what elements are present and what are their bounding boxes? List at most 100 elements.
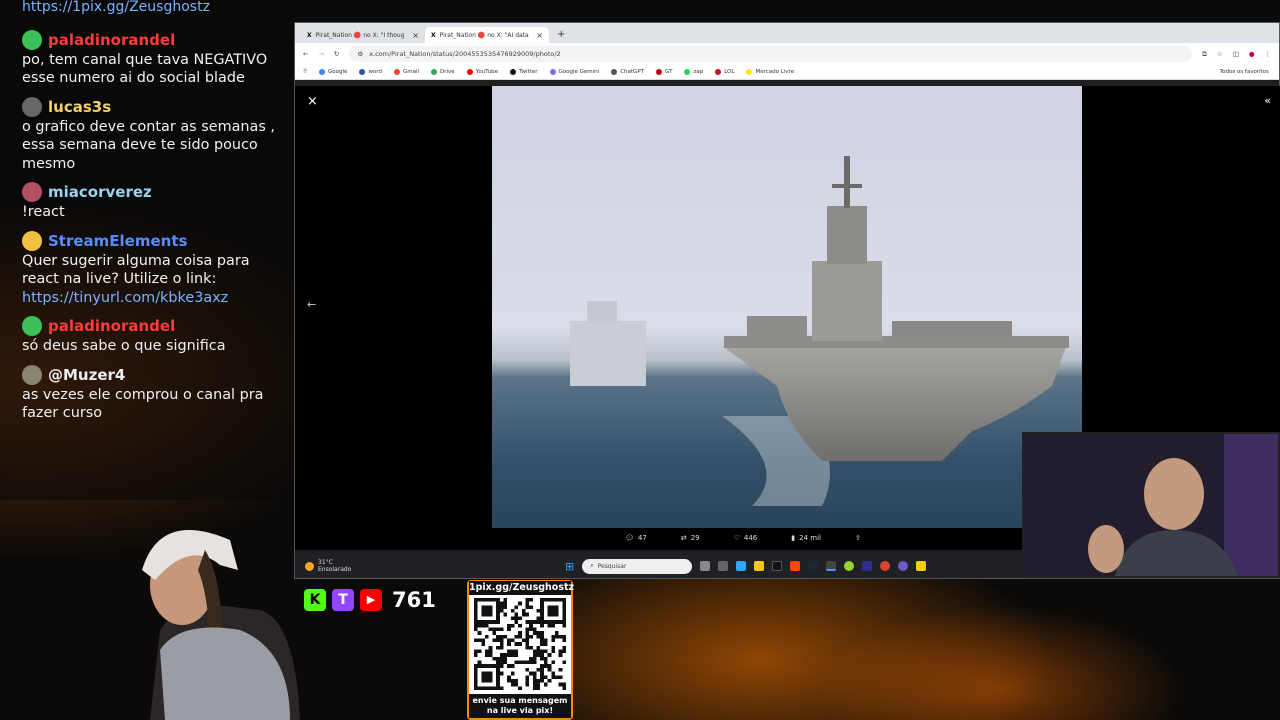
- mast-yard: [832, 184, 862, 188]
- flight-deck: [724, 336, 1069, 348]
- ship-illustration: [570, 156, 1069, 506]
- guest-person: [1024, 434, 1278, 576]
- deck-equipment: [892, 321, 1012, 337]
- share-icon: ⇪: [854, 534, 861, 542]
- tab-close-icon[interactable]: ×: [536, 31, 543, 40]
- reply-count: 47: [637, 534, 647, 542]
- qr-code: [474, 598, 566, 690]
- install-icon[interactable]: ⧉: [1202, 50, 1207, 59]
- chat-user: miacorverez: [22, 181, 294, 203]
- back-icon[interactable]: ←: [303, 50, 308, 58]
- username[interactable]: paladinorandel: [48, 317, 175, 335]
- file-explorer-icon[interactable]: [754, 561, 765, 571]
- views-button[interactable]: ▮ 24 mil: [791, 534, 821, 542]
- toolbar: ← → ↻ ⚙ x.com/Pirat_Nation/status/200455…: [295, 43, 1279, 65]
- x-logo-icon: X: [431, 31, 436, 39]
- site-info-icon[interactable]: ⚙: [357, 50, 363, 58]
- guest-webcam: [1022, 432, 1280, 578]
- close-icon[interactable]: ×: [307, 94, 318, 109]
- app-icon[interactable]: [718, 561, 729, 571]
- tab-close-icon[interactable]: ×: [412, 31, 419, 40]
- app-icon[interactable]: [898, 561, 909, 571]
- address-bar[interactable]: ⚙ x.com/Pirat_Nation/status/200455353547…: [349, 46, 1193, 62]
- tiktok-icon[interactable]: [772, 561, 783, 571]
- bookmark-favicon-icon: [549, 69, 556, 75]
- bookmark-item[interactable]: Gmail: [393, 69, 419, 75]
- bookmark-item[interactable]: zap: [684, 69, 703, 75]
- search-icon: ⌕: [590, 562, 594, 569]
- repost-count: 29: [690, 534, 700, 542]
- back-arrow-icon[interactable]: ←: [307, 298, 316, 311]
- share-button[interactable]: ⇪: [855, 534, 861, 542]
- distant-ship-tower: [587, 301, 617, 323]
- distant-ship: [570, 321, 646, 386]
- photoshop-icon[interactable]: [736, 561, 747, 571]
- username[interactable]: @Muzer4: [48, 366, 125, 384]
- task-view-icon[interactable]: [700, 561, 711, 571]
- menu-icon[interactable]: ⋮: [1265, 50, 1272, 58]
- profile-icon[interactable]: ●: [1249, 50, 1255, 58]
- weather-text: Ensolarado: [318, 566, 352, 573]
- guest-shelf: [1224, 434, 1278, 576]
- new-tab-button[interactable]: +: [557, 27, 565, 43]
- bookmarks-list: Google word Gmail Drive YouTube Twitter Google…: [319, 69, 794, 75]
- username[interactable]: lucas3s: [48, 98, 111, 116]
- pix-caption-line1: envie sua mensagem: [472, 696, 568, 705]
- youtube-icon: ▶: [360, 589, 382, 611]
- chat-message: StreamElements Quer sugerir alguma coisa …: [22, 230, 294, 308]
- tab-label: Pirat_Nation 🔴 no X: "I thoug: [315, 31, 405, 39]
- bookmark-label: YouTube: [475, 69, 499, 75]
- reload-icon[interactable]: ↻: [334, 50, 339, 58]
- pix-caption: envie sua mensagem na live via pix!: [469, 694, 571, 718]
- weather-widget[interactable]: 31°C Ensolarado: [295, 559, 415, 573]
- chat-user: @Muzer4: [22, 364, 294, 386]
- search-placeholder: Pesquisar: [597, 562, 627, 570]
- all-bookmarks[interactable]: Todos os favoritos: [1220, 69, 1269, 75]
- repost-button[interactable]: ⇄ 29: [681, 534, 700, 542]
- bookmark-item[interactable]: Google Gemini: [549, 69, 599, 75]
- username[interactable]: paladinorandel: [48, 31, 175, 49]
- app-icon[interactable]: [844, 561, 855, 571]
- bookmark-item[interactable]: LOL: [715, 69, 734, 75]
- taskbar-search[interactable]: ⌕ Pesquisar: [582, 558, 693, 574]
- views-count: 24 mil: [799, 534, 821, 542]
- chrome-icon[interactable]: [880, 561, 891, 571]
- obs-icon[interactable]: [826, 561, 837, 571]
- bookmark-item[interactable]: word: [359, 69, 382, 75]
- like-button[interactable]: ♡ 446: [734, 534, 758, 542]
- kick-icon: K: [304, 589, 326, 611]
- bookmark-item[interactable]: YouTube: [466, 69, 499, 75]
- tab-2[interactable]: X Pirat_Nation 🔴 no X: "AI data ×: [425, 27, 549, 43]
- star-icon[interactable]: ☆: [1217, 50, 1223, 58]
- message-text: !react: [22, 204, 65, 220]
- avatar: [22, 29, 42, 50]
- tab-bar: X Pirat_Nation 🔴 no X: "I thoug × X Pira…: [295, 23, 1279, 43]
- reply-button[interactable]: 💬︎ 47: [625, 534, 647, 542]
- extensions-icon[interactable]: ◫: [1233, 50, 1239, 58]
- chat-top-link[interactable]: https://1pix.gg/Zeusghostz: [22, 0, 294, 17]
- app-icon[interactable]: [790, 561, 801, 571]
- bookmark-label: Google: [328, 69, 348, 75]
- bookmark-label: GT: [665, 69, 673, 75]
- tab-1[interactable]: X Pirat_Nation 🔴 no X: "I thoug ×: [301, 27, 425, 43]
- chat-user: paladinorandel: [22, 315, 294, 337]
- bookmark-item[interactable]: GT: [656, 69, 672, 75]
- bookmark-item[interactable]: Mercado Livre: [746, 69, 794, 75]
- bookmark-item[interactable]: ChatGPT: [611, 69, 644, 75]
- island-upper: [827, 206, 867, 264]
- windows-icon[interactable]: ⊞: [565, 560, 574, 573]
- bookmark-item[interactable]: Google: [319, 69, 347, 75]
- username[interactable]: StreamElements: [48, 232, 187, 250]
- bookmark-label: zap: [693, 69, 704, 75]
- forward-icon[interactable]: →: [318, 50, 323, 58]
- bookmark-item[interactable]: Twitter: [510, 69, 538, 75]
- premiere-icon[interactable]: [862, 561, 873, 571]
- message-link[interactable]: https://tinyurl.com/kbke3axz: [22, 289, 294, 308]
- username[interactable]: miacorverez: [48, 183, 152, 201]
- apps-icon[interactable]: ⠿: [303, 69, 307, 75]
- bookmark-item[interactable]: Drive: [431, 69, 455, 75]
- bookmark-label: word: [368, 69, 382, 75]
- collapse-icon[interactable]: «: [1264, 94, 1271, 107]
- steam-icon[interactable]: [808, 561, 819, 571]
- notes-icon[interactable]: [916, 561, 927, 571]
